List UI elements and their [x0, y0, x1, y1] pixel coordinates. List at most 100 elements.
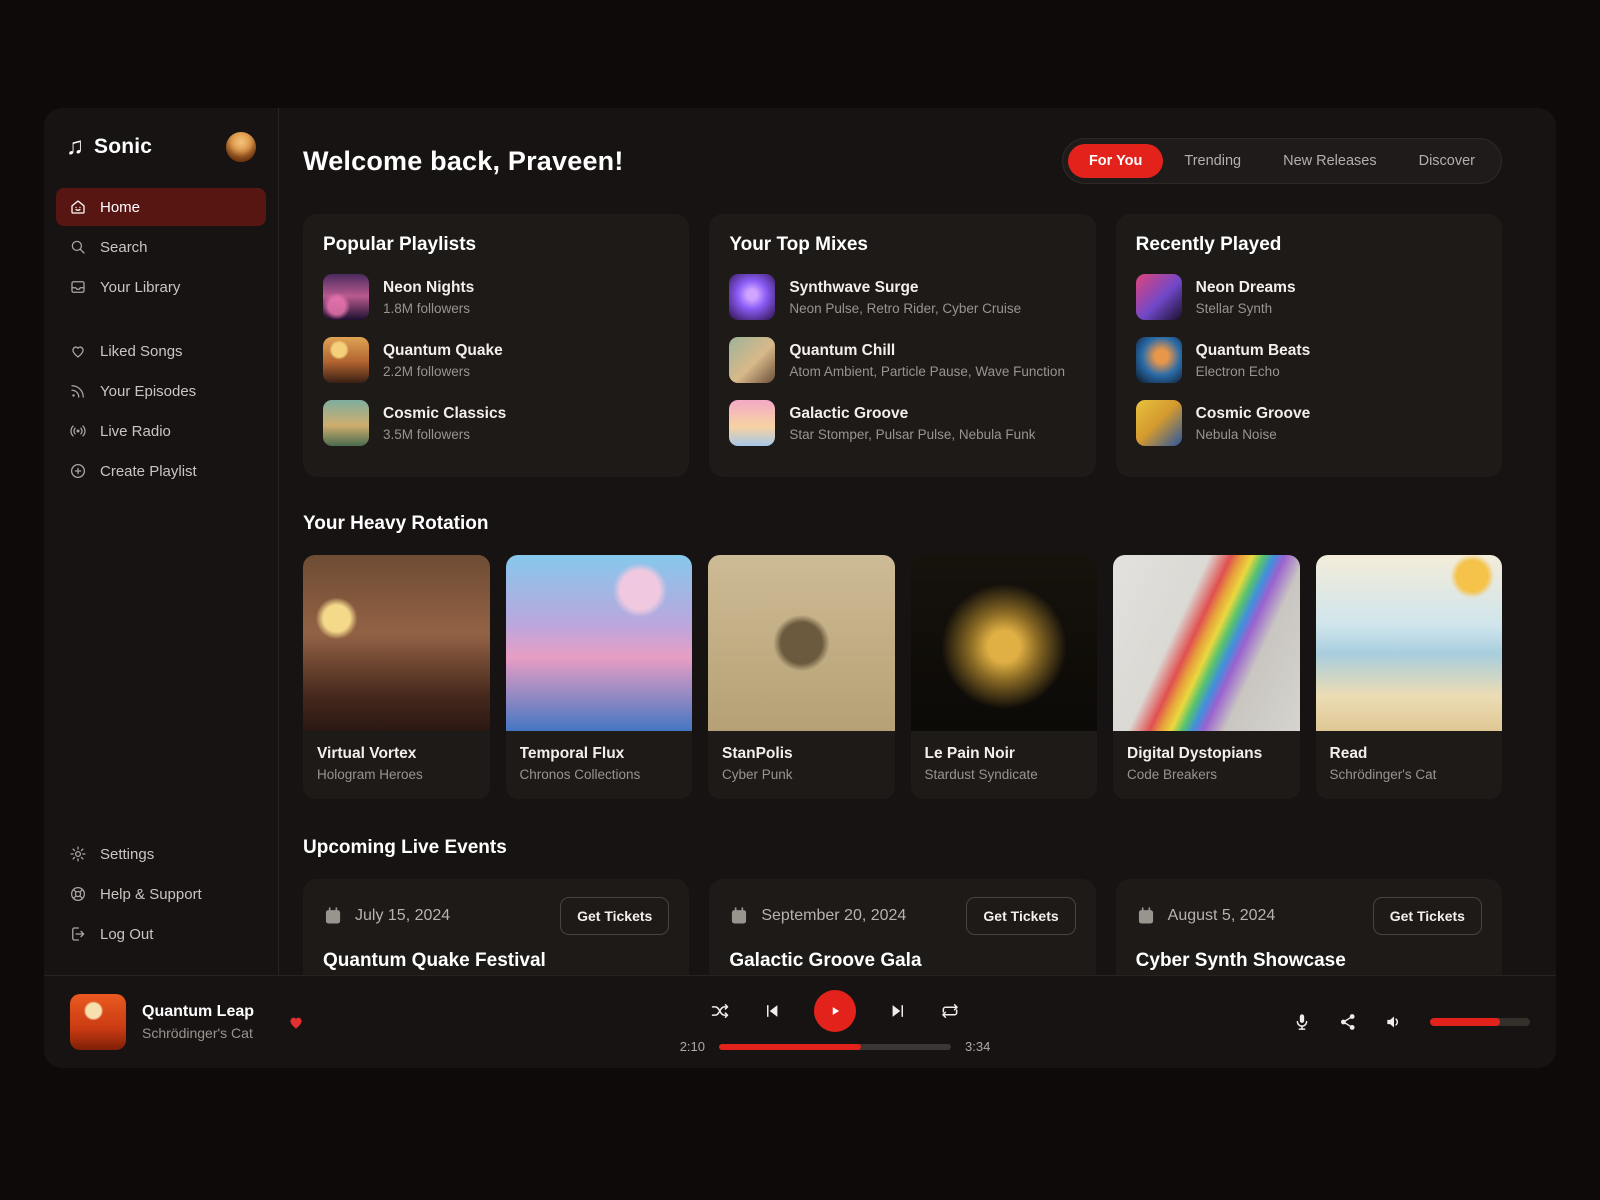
progress-fill — [719, 1044, 861, 1050]
sidebar-item-create-playlist[interactable]: Create Playlist — [56, 452, 266, 490]
speaker-icon — [1384, 1012, 1404, 1032]
rss-icon — [69, 382, 87, 400]
sidebar-item-help-support[interactable]: Help & Support — [56, 875, 266, 913]
event-name: Quantum Quake Festival — [323, 950, 669, 972]
album-card-temporal-flux[interactable]: Temporal Flux Chronos Collections — [506, 555, 693, 799]
tab-discover[interactable]: Discover — [1398, 144, 1496, 178]
mix-item[interactable]: Quantum Chill Atom Ambient, Particle Pau… — [729, 337, 1075, 383]
mix-title: Quantum Chill — [789, 342, 1065, 360]
avatar[interactable] — [226, 132, 256, 162]
playlist-title: Quantum Quake — [383, 342, 503, 360]
mix-subtitle: Neon Pulse, Retro Rider, Cyber Cruise — [789, 301, 1021, 316]
next-button[interactable] — [888, 1001, 908, 1021]
playlist-item[interactable]: Neon Nights 1.8M followers — [323, 274, 669, 320]
now-playing: Quantum Leap Schrödinger's Cat — [70, 994, 470, 1050]
like-button[interactable] — [286, 1012, 306, 1032]
recent-subtitle: Stellar Synth — [1196, 301, 1296, 316]
progress-bar[interactable] — [719, 1044, 951, 1050]
microphone-button[interactable] — [1292, 1012, 1312, 1032]
playlist-item[interactable]: Cosmic Classics 3.5M followers — [323, 400, 669, 446]
play-icon — [826, 1002, 844, 1020]
calendar-icon — [729, 906, 749, 926]
sidebar-item-liked-songs[interactable]: Liked Songs — [56, 332, 266, 370]
event-card: July 15, 2024 Get Tickets Quantum Quake … — [303, 879, 689, 975]
volume-button[interactable] — [1384, 1012, 1404, 1032]
tab-trending[interactable]: Trending — [1163, 144, 1262, 178]
album-art — [1113, 555, 1300, 731]
get-tickets-button[interactable]: Get Tickets — [1373, 897, 1482, 935]
sidebar-item-settings[interactable]: Settings — [56, 835, 266, 873]
panel-title: Recently Played — [1136, 234, 1482, 256]
mix-title: Galactic Groove — [789, 405, 1035, 423]
sidebar-item-your-library[interactable]: Your Library — [56, 268, 266, 306]
playlist-item[interactable]: Quantum Quake 2.2M followers — [323, 337, 669, 383]
album-title: Virtual Vortex — [317, 745, 476, 763]
event-date: September 20, 2024 — [761, 907, 966, 925]
live-radio-icon — [69, 422, 87, 440]
sidebar-item-label: Search — [100, 239, 148, 256]
mix-item[interactable]: Synthwave Surge Neon Pulse, Retro Rider,… — [729, 274, 1075, 320]
album-card-virtual-vortex[interactable]: Virtual Vortex Hologram Heroes — [303, 555, 490, 799]
sidebar-item-your-episodes[interactable]: Your Episodes — [56, 372, 266, 410]
home-icon — [69, 198, 87, 216]
shuffle-button[interactable] — [710, 1001, 730, 1021]
album-title: Read — [1330, 745, 1489, 763]
player-bar: Quantum Leap Schrödinger's Cat — [44, 975, 1556, 1068]
volume-slider[interactable] — [1430, 1018, 1530, 1026]
album-art — [911, 555, 1098, 731]
previous-icon — [762, 1001, 782, 1021]
tab-new-releases[interactable]: New Releases — [1262, 144, 1398, 178]
now-playing-art[interactable] — [70, 994, 126, 1050]
album-card-le-pain-noir[interactable]: Le Pain Noir Stardust Syndicate — [911, 555, 1098, 799]
album-title: Le Pain Noir — [925, 745, 1084, 763]
event-date: July 15, 2024 — [355, 907, 560, 925]
logout-icon — [69, 925, 87, 943]
logo-row: ♫ Sonic — [56, 130, 266, 188]
page-title: Welcome back, Praveen! — [303, 146, 624, 177]
album-artist: Chronos Collections — [520, 767, 679, 782]
album-artist: Cyber Punk — [722, 767, 881, 782]
repeat-button[interactable] — [940, 1001, 960, 1021]
duration-time: 3:34 — [965, 1039, 990, 1054]
event-date: August 5, 2024 — [1168, 907, 1373, 925]
gear-icon — [69, 845, 87, 863]
recent-item[interactable]: Neon Dreams Stellar Synth — [1136, 274, 1482, 320]
tab-for-you[interactable]: For You — [1068, 144, 1163, 178]
album-card-stanpolis[interactable]: StanPolis Cyber Punk — [708, 555, 895, 799]
album-art — [708, 555, 895, 731]
sidebar-item-search[interactable]: Search — [56, 228, 266, 266]
sidebar-item-home[interactable]: Home — [56, 188, 266, 226]
search-icon — [69, 238, 87, 256]
share-button[interactable] — [1338, 1012, 1358, 1032]
now-playing-artist: Schrödinger's Cat — [142, 1025, 254, 1041]
recent-item[interactable]: Cosmic Groove Nebula Noise — [1136, 400, 1482, 446]
popular-playlists-panel: Popular Playlists Neon Nights 1.8M follo… — [303, 214, 689, 477]
recent-cover — [1136, 337, 1182, 383]
previous-button[interactable] — [762, 1001, 782, 1021]
album-title: StanPolis — [722, 745, 881, 763]
tab-bar: For You Trending New Releases Discover — [1062, 138, 1502, 184]
sidebar-item-live-radio[interactable]: Live Radio — [56, 412, 266, 450]
recent-title: Cosmic Groove — [1196, 405, 1311, 423]
album-card-digital-dystopians[interactable]: Digital Dystopians Code Breakers — [1113, 555, 1300, 799]
recent-subtitle: Nebula Noise — [1196, 427, 1311, 442]
app-window: ♫ Sonic Home Search Your Libra — [44, 108, 1556, 1068]
lifebuoy-icon — [69, 885, 87, 903]
play-button[interactable] — [814, 990, 856, 1032]
sidebar-item-label: Create Playlist — [100, 463, 197, 480]
mix-cover — [729, 337, 775, 383]
playlist-subtitle: 1.8M followers — [383, 301, 474, 316]
get-tickets-button[interactable]: Get Tickets — [560, 897, 669, 935]
sidebar-library-group: Liked Songs Your Episodes Live Radio Cre… — [56, 332, 266, 492]
album-card-read[interactable]: Read Schrödinger's Cat — [1316, 555, 1503, 799]
sidebar-nav: Home Search Your Library — [56, 188, 266, 308]
mix-item[interactable]: Galactic Groove Star Stomper, Pulsar Pul… — [729, 400, 1075, 446]
recent-item[interactable]: Quantum Beats Electron Echo — [1136, 337, 1482, 383]
event-card: September 20, 2024 Get Tickets Galactic … — [709, 879, 1095, 975]
get-tickets-button[interactable]: Get Tickets — [966, 897, 1075, 935]
recent-cover — [1136, 400, 1182, 446]
mix-subtitle: Star Stomper, Pulsar Pulse, Nebula Funk — [789, 427, 1035, 442]
sidebar-item-log-out[interactable]: Log Out — [56, 915, 266, 953]
mix-cover — [729, 400, 775, 446]
playlist-title: Neon Nights — [383, 279, 474, 297]
